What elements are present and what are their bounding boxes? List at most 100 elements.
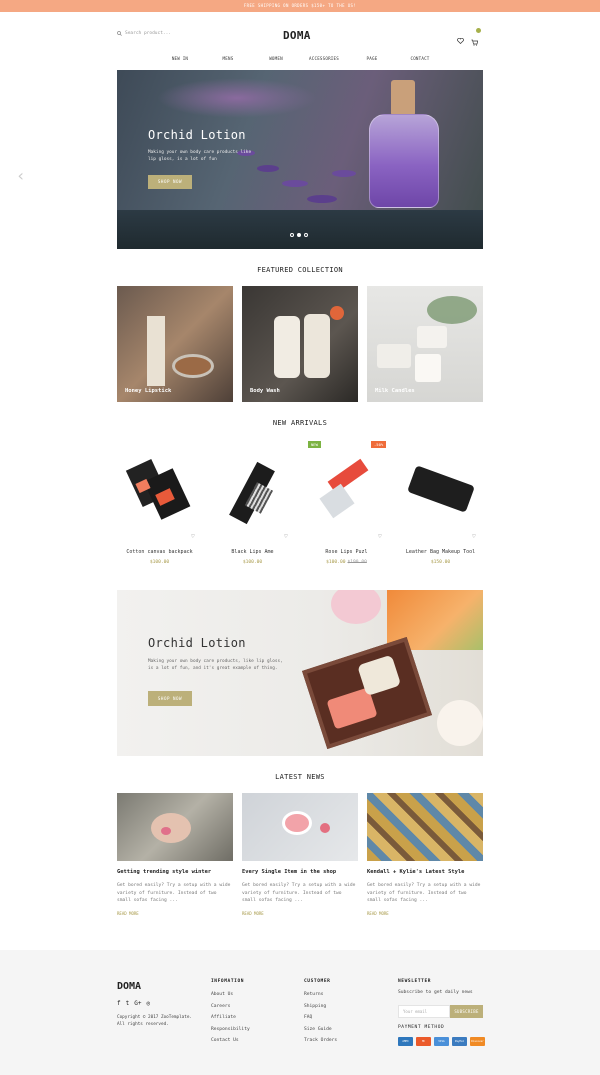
hero-slider: Orchid Lotion Making your own body care … (117, 70, 483, 249)
product-name[interactable]: Black Lips Ame (206, 549, 299, 555)
search-box[interactable]: Search product... (117, 31, 171, 36)
news-excerpt: Get bored easily? Try a setup with a wid… (242, 883, 356, 903)
slider-dots (290, 233, 308, 237)
chevron-left-icon[interactable]: ‹ (16, 166, 26, 185)
collection-card-candles[interactable]: Milk Candles (367, 286, 483, 402)
cart-icon (471, 39, 479, 46)
news-headline[interactable]: Every Single Item in the shop (242, 869, 358, 875)
product-card[interactable]: ♡ Rose Lips Puzl $100.00 $190.00 (300, 455, 393, 565)
nav-new-in[interactable]: NEW IN (156, 56, 204, 61)
news-card[interactable]: Every Single Item in the shop Get bored … (242, 793, 358, 916)
wishlist-heart-icon[interactable]: ♡ (191, 533, 195, 540)
news-image[interactable] (117, 793, 233, 861)
product-name[interactable]: Leather Bag Makeup Tool (394, 549, 487, 555)
slider-dot[interactable] (304, 233, 308, 237)
product-card[interactable]: ♡ Leather Bag Makeup Tool $150.00 (394, 455, 487, 565)
payment-heading: PAYMENT METHOD (398, 1025, 445, 1030)
wishlist-heart-icon[interactable]: ♡ (472, 533, 476, 540)
product-price: $150.00 (430, 560, 451, 565)
wishlist-heart-icon[interactable]: ♡ (284, 533, 288, 540)
read-more-link[interactable]: READ MORE (367, 911, 483, 916)
news-image[interactable] (242, 793, 358, 861)
nav-accessories[interactable]: ACCESSORIES (300, 56, 348, 61)
read-more-link[interactable]: READ MORE (117, 911, 233, 916)
footer-link[interactable]: Careers (211, 1004, 250, 1009)
paypal-icon: PayPal (452, 1037, 467, 1046)
hero-background (157, 78, 317, 118)
footer-link[interactable]: Track Orders (304, 1038, 337, 1043)
mastercard-icon: MC (416, 1037, 431, 1046)
product-image[interactable] (394, 455, 487, 533)
slider-dot-active[interactable] (297, 233, 301, 237)
lotion-bottle-image (367, 80, 441, 240)
news-card[interactable]: Getting trending style winter Get bored … (117, 793, 233, 916)
search-icon[interactable] (117, 31, 122, 36)
footer-link[interactable]: Contact Us (211, 1038, 250, 1043)
banner-text: Making your own body care products, like… (148, 659, 283, 671)
read-more-link[interactable]: READ MORE (242, 911, 358, 916)
flower-decoration (437, 700, 483, 746)
bottle-image (274, 316, 300, 378)
news-image[interactable] (367, 793, 483, 861)
nav-contact[interactable]: CONTACT (396, 56, 444, 61)
plant-image (427, 296, 477, 324)
hero-shop-button[interactable]: SHOP NOW (148, 175, 192, 189)
footer-heading: INFOMATION (211, 979, 245, 984)
product-name[interactable]: Rose Lips Puzl (300, 549, 393, 555)
featured-title: FEATURED COLLECTION (257, 266, 343, 274)
copyright: Copyright © 2017 ZooTemplate. All rights… (117, 1015, 193, 1027)
collection-card-bodywash[interactable]: Body Wash (242, 286, 358, 402)
lavender-decoration (257, 165, 279, 172)
footer-logo[interactable]: DOMA (117, 981, 141, 992)
nav-women[interactable]: WOMEN (252, 56, 300, 61)
news-headline[interactable]: Kendall + Kylie's Latest Style (367, 869, 483, 875)
twitter-icon[interactable]: t (126, 1000, 130, 1007)
footer-link[interactable]: Shipping (304, 1004, 337, 1009)
sale-badge: -50% (371, 441, 387, 448)
newsletter-subtitle: Subscribe to get daily news (398, 990, 473, 995)
newsletter-email-input[interactable]: Your email (398, 1005, 450, 1018)
product-card[interactable]: ♡ Black Lips Ame $100.00 (206, 455, 299, 565)
product-image[interactable] (300, 455, 393, 533)
search-input[interactable]: Search product... (125, 31, 171, 36)
product-price: $100.00 (242, 560, 263, 565)
subscribe-button[interactable]: SUBSCRIBE (450, 1005, 483, 1018)
new-badge: NEW (308, 441, 321, 448)
product-image[interactable] (206, 455, 299, 533)
hero-title: Orchid Lotion (148, 128, 246, 142)
cart-button[interactable] (471, 28, 481, 50)
news-title: LATEST NEWS (275, 773, 325, 781)
banner-shop-button[interactable]: SHOP NOW (148, 691, 192, 706)
product-image[interactable] (113, 455, 206, 533)
flower-decoration (331, 590, 381, 624)
google-plus-icon[interactable]: G+ (134, 1000, 141, 1007)
site-logo[interactable]: DOMA (283, 29, 311, 42)
news-headline[interactable]: Getting trending style winter (117, 869, 233, 875)
arrivals-title: NEW ARRIVALS (272, 419, 328, 427)
wishlist-heart-icon[interactable]: ♡ (378, 533, 382, 540)
product-card[interactable]: ♡ Cotton canvas backpack $100.00 (113, 455, 206, 565)
nav-mens[interactable]: MENS (204, 56, 252, 61)
footer-link[interactable]: Responsibility (211, 1027, 250, 1032)
footer-customer-column: CUSTOMER Returns Shipping FAQ Size Guide… (304, 979, 337, 1050)
heart-icon[interactable] (457, 37, 464, 44)
footer-link[interactable]: Affiliate (211, 1015, 250, 1020)
footer-link[interactable]: FAQ (304, 1015, 337, 1020)
collection-card-lipstick[interactable]: Honey Lipstick (117, 286, 233, 402)
news-card[interactable]: Kendall + Kylie's Latest Style Get bored… (367, 793, 483, 916)
nav-page[interactable]: PAGE (348, 56, 396, 61)
footer-heading: NEWSLETTER (398, 979, 432, 984)
discover-icon: Discover (470, 1037, 485, 1046)
product-name[interactable]: Cotton canvas backpack (113, 549, 206, 555)
slider-dot[interactable] (290, 233, 294, 237)
amex-icon: AMEX (398, 1037, 413, 1046)
promo-bar: FREE SHIPPING ON ORDERS $150+ TO THE US! (0, 0, 600, 12)
candle-image (417, 326, 447, 348)
facebook-icon[interactable]: f (117, 1000, 121, 1007)
footer-link[interactable]: Size Guide (304, 1027, 337, 1032)
footer-link[interactable]: About Us (211, 992, 250, 997)
soap-box-image (302, 637, 432, 749)
footer-link[interactable]: Returns (304, 992, 337, 997)
instagram-icon[interactable]: ◎ (146, 1000, 150, 1007)
collection-label: Honey Lipstick (125, 388, 172, 394)
